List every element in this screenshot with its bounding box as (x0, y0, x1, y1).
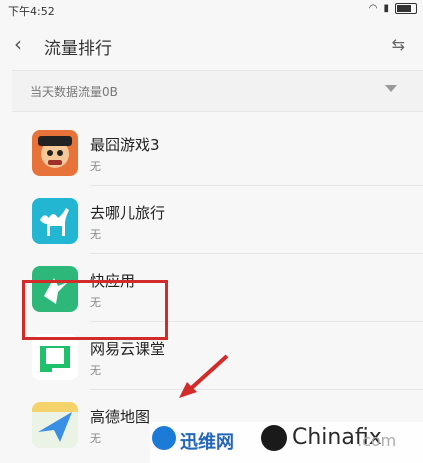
list-item[interactable]: 最囧游戏3 无 (0, 118, 423, 186)
app-name: 最囧游戏3 (90, 136, 160, 154)
annotation-arrow-icon (179, 354, 229, 398)
camel-icon (32, 198, 78, 244)
page-title: 流量排行 (44, 39, 112, 59)
caret-down-icon (385, 85, 397, 92)
app-usage: 无 (90, 364, 101, 377)
wifi-icon: ◠ (368, 3, 378, 14)
game-icon (32, 130, 78, 176)
map-arrow-icon (32, 402, 78, 448)
app-usage: 无 (90, 432, 101, 445)
watermark-brand: 迅维网 (180, 432, 234, 453)
app-name: 网易云课堂 (90, 340, 166, 358)
app-name: 高德地图 (90, 408, 151, 426)
back-button[interactable]: ‹ (14, 32, 22, 56)
watermark-domain: .com (357, 431, 397, 450)
list-item[interactable]: 去哪儿旅行 无 (0, 186, 423, 254)
sort-button[interactable]: ⇆ (392, 35, 405, 54)
app-usage: 无 (90, 160, 101, 173)
book-icon (32, 334, 78, 380)
watermark-logo-icon (152, 426, 176, 450)
chevron-left-icon: ‹ (14, 32, 22, 56)
app-name: 去哪儿旅行 (90, 204, 166, 222)
signal-icon: ▮ (383, 3, 389, 14)
swap-icon: ⇆ (391, 35, 405, 54)
filter-label: 当天数据流量0B (30, 85, 118, 99)
status-time: 下午4:52 (8, 5, 55, 18)
traffic-filter-dropdown[interactable]: 当天数据流量0B (12, 70, 423, 112)
battery-icon (395, 3, 417, 14)
status-bar: 下午4:52 ◠ ▮ (0, 0, 423, 20)
app-usage: 无 (90, 228, 101, 241)
highlight-box (22, 280, 168, 340)
watermark-logo-icon (261, 425, 287, 451)
status-icons: ◠ ▮ (369, 3, 417, 14)
title-bar: ‹ 流量排行 ⇆ (0, 22, 423, 68)
